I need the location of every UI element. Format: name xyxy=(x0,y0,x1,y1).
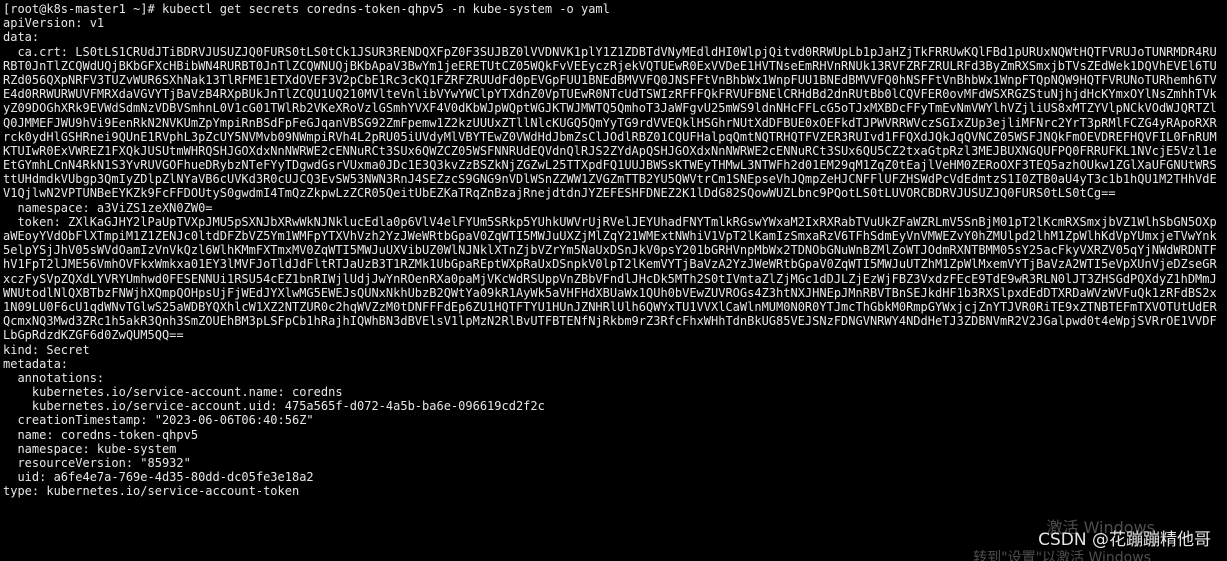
ca-crt-line: Q0JMMEFJWU9hVi9EenRkN2NVKUmZpYmpiRnBSdFp… xyxy=(3,115,1217,130)
output-line: metadata: xyxy=(3,356,69,371)
token-line: LbGpRdzdKZGF6d0ZwQUM5QQ== xyxy=(3,328,184,343)
token-line: token: ZXlKaGJHY2lPaUpTVXpJMU5pSXNJbXRwW… xyxy=(3,214,1217,229)
token-line: aWEoyYVdObFlXTmpiM1Z1ZENJc0ltdDFZbVZ5Ym1… xyxy=(3,229,1217,243)
output-line: data: xyxy=(3,30,40,45)
output-line: name: coredns-token-qhpv5 xyxy=(3,427,199,442)
ca-crt-line: EtGYmhLCnN4RkN1S3YvRUVGOFhueDRybzNTeFYyT… xyxy=(3,158,1217,173)
output-line: kubernetes.io/service-account.uid: 475a5… xyxy=(3,399,545,414)
ca-crt-line: ca.crt: LS0tLS1CRUdJTiBDRVJUSUZJQ0FURS0t… xyxy=(3,44,1217,59)
activate-windows-subtext: 转到"设置"以激活 Windows xyxy=(973,549,1151,561)
csdn-watermark: CSDN @花蹦蹦精他哥 xyxy=(1038,529,1211,550)
output-line: creationTimestamp: "2023-06-06T06:40:56Z… xyxy=(3,413,314,428)
terminal-window[interactable]: [root@k8s-master1 ~]# kubectl get secret… xyxy=(0,0,1227,561)
output-line: kind: Secret xyxy=(3,342,90,357)
output-line: namespace: kube-system xyxy=(3,441,177,456)
output-line: type: kubernetes.io/service-account-toke… xyxy=(3,484,300,499)
ca-crt-line: RBT0JnTlZCQWdUQjBKbGFXcHBibWN4RURBT0JnTl… xyxy=(3,58,1217,73)
token-line: WNUtodlNlQXBTbzFNWjhXQmpQOHpsUjFjWEdJYXl… xyxy=(3,285,1217,300)
token-line: QcmxNQ3Mwd3ZRc1h5akR3Qnh3SmZOUEhBM3pLSFp… xyxy=(3,314,1217,329)
ca-crt-line: RZd056QXpNRFV3TUZvWUR6SXhNak13TlRFME1ETX… xyxy=(3,72,1217,87)
ca-crt-line: KTUIwR0ExVWREZ1FXQkJUSUtmWHRQSHJGOXdxNnN… xyxy=(3,143,1217,158)
token-line: xczFySVpZQXdLYVRYUmhwd0FESENNUi1RSU54cEZ… xyxy=(3,271,1217,286)
command-line: [root@k8s-master1 ~]# kubectl get secret… xyxy=(3,2,1227,16)
shell-prompt: [root@k8s-master1 ~]# xyxy=(3,2,162,16)
output-line: resourceVersion: "85932" xyxy=(3,456,191,470)
token-line: hV1FpT2lJME56VmhOVFkxWmkxa01EY3lMVFJoTld… xyxy=(3,257,1217,272)
output-line: uid: a6fe4e7a-769e-4d35-80dd-dc05fe3e18a… xyxy=(3,470,314,485)
output-line: annotations: xyxy=(3,370,105,385)
token-value: token: ZXlKaGJHY2lPaUpTVXpJMU5pSXNJbXRwW… xyxy=(3,215,1227,343)
token-line: 5elpYSjJhV05sWVdOamIzVnVkQzl6WlhKMmFXTmx… xyxy=(3,243,1217,258)
ca-crt-line: rck0ydHlGSHRnei9QUnE1RVphL3pZcUY5NVMvb09… xyxy=(3,129,1217,144)
ca-crt-value: ca.crt: LS0tLS1CRUdJTiBDRVJUSUZJQ0FURS0t… xyxy=(3,45,1227,201)
ca-crt-line: V1QjlwN2VPTUNBeEYKZk9FcFFDOUtyS0gwdmI4Tm… xyxy=(3,186,1116,201)
token-line: 1N09LU0F6cU1qdWNvTGlwS25aWDBYQXhlcW1XZ2N… xyxy=(3,299,1217,314)
namespace-data-line: namespace: a3ViZS1zeXN0ZW0= xyxy=(3,200,213,215)
ca-crt-line: ttUHdmdkVUbgp3QmIyZDlpZlNYaVB6cUVKd3R0cU… xyxy=(3,172,1217,187)
output-line: kubernetes.io/service-account.name: core… xyxy=(3,385,343,400)
command-text: kubectl get secrets coredns-token-qhpv5 … xyxy=(161,2,610,16)
output-line: apiVersion: v1 xyxy=(3,16,105,31)
ca-crt-line: E4d0RRWURWUVFMRXdaVGVYTjBaVzB4RXpBUkJnTl… xyxy=(3,87,1217,102)
ca-crt-line: yZ09DOGhXRk9EVWdSdmNzVDBVSmhnL0V1cG01TWl… xyxy=(3,101,1217,116)
